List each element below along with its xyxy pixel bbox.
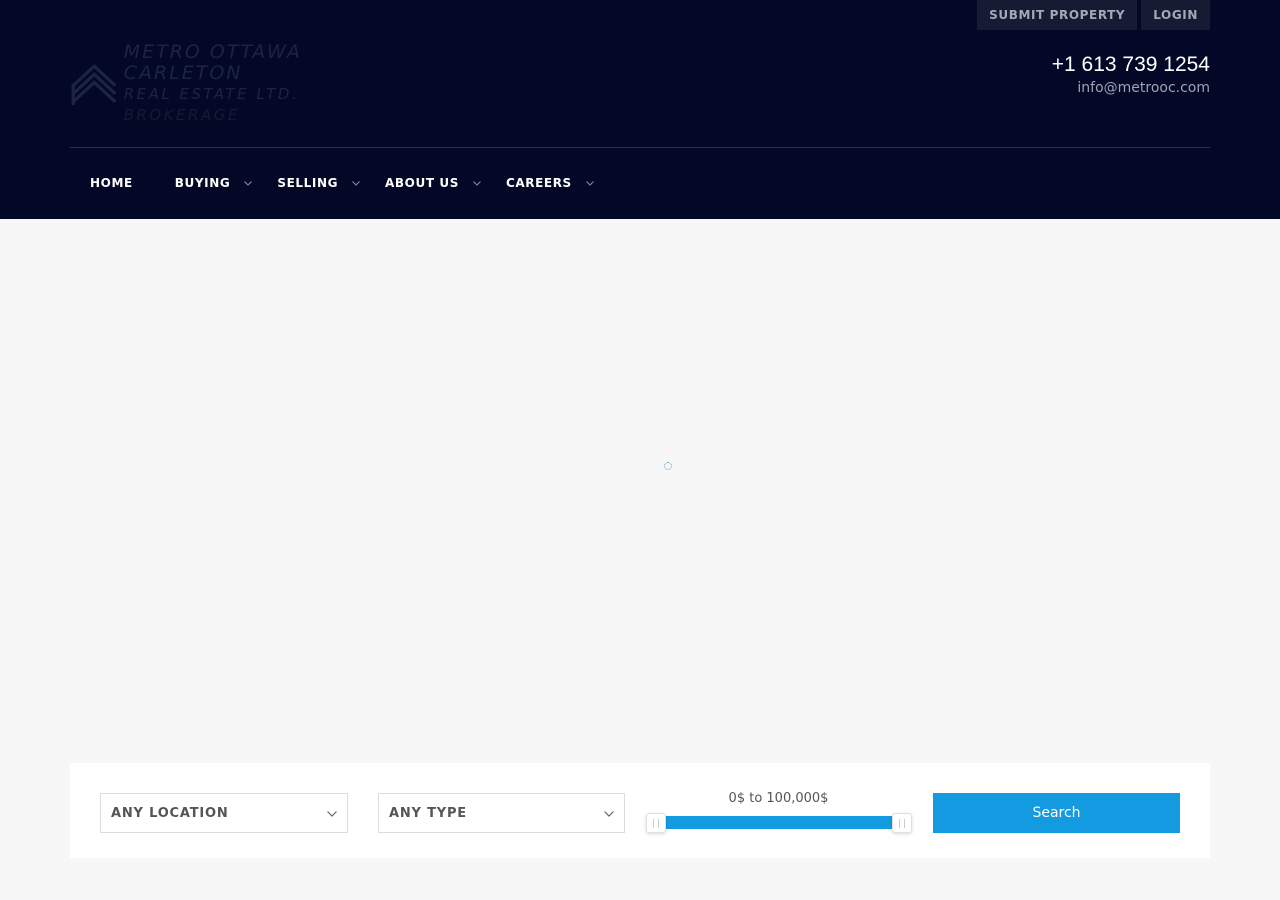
contact-info: +1 613 739 1254 info@metrooc.com [1052,52,1210,98]
logo-line-2-sub: BROKERAGE [123,106,240,124]
nav-item-careers[interactable]: CAREERS [506,173,597,193]
nav-item-label: ABOUT US [385,176,459,190]
login-button[interactable]: LOGIN [1141,0,1210,30]
logo-line-1: METRO OTTAWA CARLETON [123,41,302,84]
location-select-value: ANY LOCATION [111,805,229,821]
type-select-value: ANY TYPE [389,805,467,821]
chevron-down-icon [349,173,363,193]
site-header: SUBMIT PROPERTY LOGIN METRO OTTAWA CARLE… [0,0,1280,219]
site-logo[interactable]: METRO OTTAWA CARLETON REAL ESTATE LTD. B… [70,42,370,124]
logo-wordmark: METRO OTTAWA CARLETON REAL ESTATE LTD. B… [124,42,370,126]
nav-item-home[interactable]: HOME [90,173,133,193]
grip-icon [653,818,659,828]
nav-item-selling[interactable]: SELLING [277,173,363,193]
search-button[interactable]: Search [933,793,1180,833]
nav-item-about-us[interactable]: ABOUT US [385,173,484,193]
nav-item-buying[interactable]: BUYING [175,173,256,193]
logo-line-2: REAL ESTATE LTD. BROKERAGE [124,84,370,126]
chevron-down-icon [470,173,484,193]
phone-number[interactable]: +1 613 739 1254 [1052,52,1210,78]
main-nav: HOME BUYING SELLING ABOUT US CAREERS [90,173,597,193]
type-select[interactable]: ANY TYPE [378,793,625,833]
chevron-down-icon [604,804,614,822]
nav-item-label: SELLING [277,176,339,190]
grip-icon [899,818,905,828]
price-range-label: 0$ to 100,000$ [728,791,829,806]
submit-property-button[interactable]: SUBMIT PROPERTY [977,0,1138,30]
price-slider-track[interactable] [656,816,906,829]
nav-item-label: CAREERS [505,176,572,190]
chevron-down-icon [583,173,597,193]
nav-item-label: HOME [90,176,133,190]
logo-mark-icon [71,64,117,105]
logo-line-2-main: REAL ESTATE LTD. [123,85,300,103]
nav-item-label: BUYING [174,176,231,190]
price-slider-max-handle[interactable] [892,813,912,833]
property-search-panel: ANY LOCATION ANY TYPE 0$ to 100,000$ Sea… [70,763,1210,858]
chevron-down-icon [241,173,255,193]
location-select[interactable]: ANY LOCATION [100,793,348,833]
loading-spinner-icon [664,462,672,470]
chevron-down-icon [327,804,337,822]
email-link[interactable]: info@metrooc.com [1052,78,1210,98]
price-slider-min-handle[interactable] [646,813,666,833]
header-divider [70,147,1210,148]
top-bar: SUBMIT PROPERTY LOGIN [977,0,1210,30]
